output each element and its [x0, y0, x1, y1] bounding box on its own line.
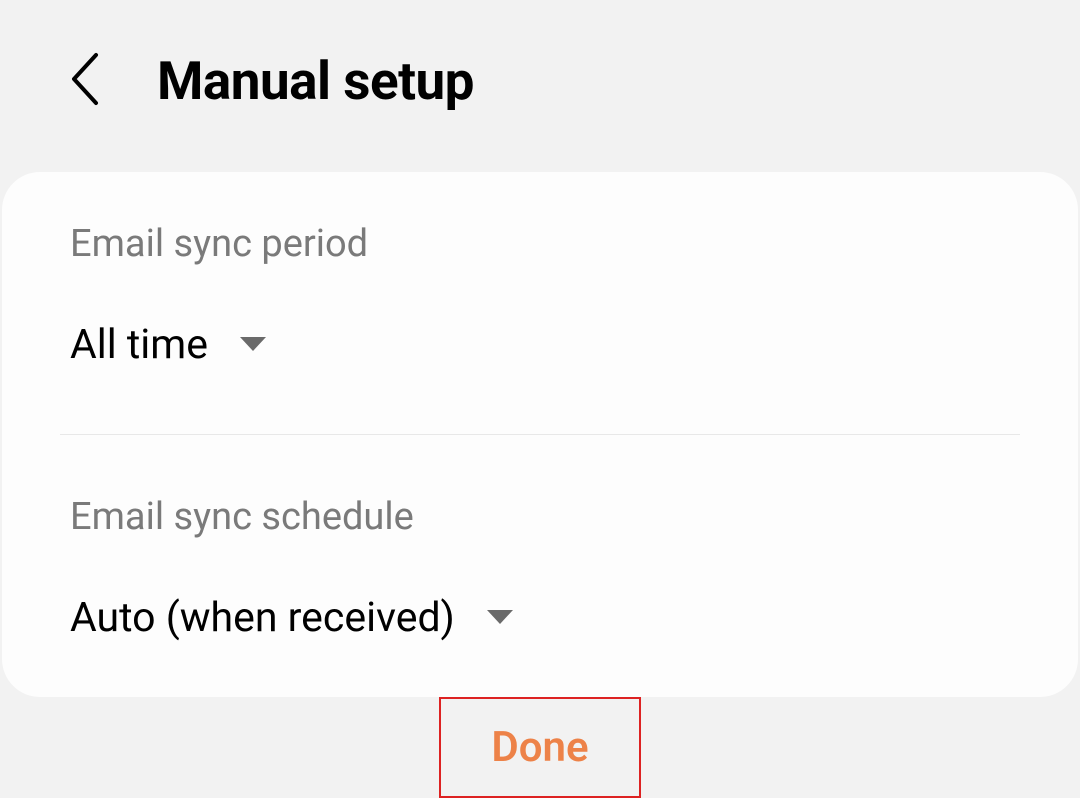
- chevron-down-icon: [238, 335, 268, 355]
- email-sync-schedule-setting: Email sync schedule Auto (when received): [70, 495, 1010, 642]
- chevron-down-icon: [485, 608, 515, 628]
- email-sync-period-value: All time: [70, 321, 208, 369]
- header: Manual setup: [0, 0, 1080, 162]
- divider: [60, 434, 1020, 435]
- email-sync-schedule-dropdown[interactable]: Auto (when received): [70, 594, 1010, 642]
- settings-card: Email sync period All time Email sync sc…: [2, 172, 1078, 697]
- email-sync-period-setting: Email sync period All time: [70, 222, 1010, 369]
- back-button[interactable]: [68, 51, 102, 111]
- email-sync-schedule-label: Email sync schedule: [70, 495, 1010, 539]
- chevron-left-icon: [68, 51, 102, 111]
- done-button-label: Done: [491, 723, 588, 772]
- email-sync-schedule-value: Auto (when received): [70, 594, 455, 642]
- footer: Done: [0, 697, 1080, 798]
- done-button[interactable]: Done: [439, 697, 640, 798]
- page-title: Manual setup: [157, 50, 474, 112]
- email-sync-period-dropdown[interactable]: All time: [70, 321, 1010, 369]
- email-sync-period-label: Email sync period: [70, 222, 1010, 266]
